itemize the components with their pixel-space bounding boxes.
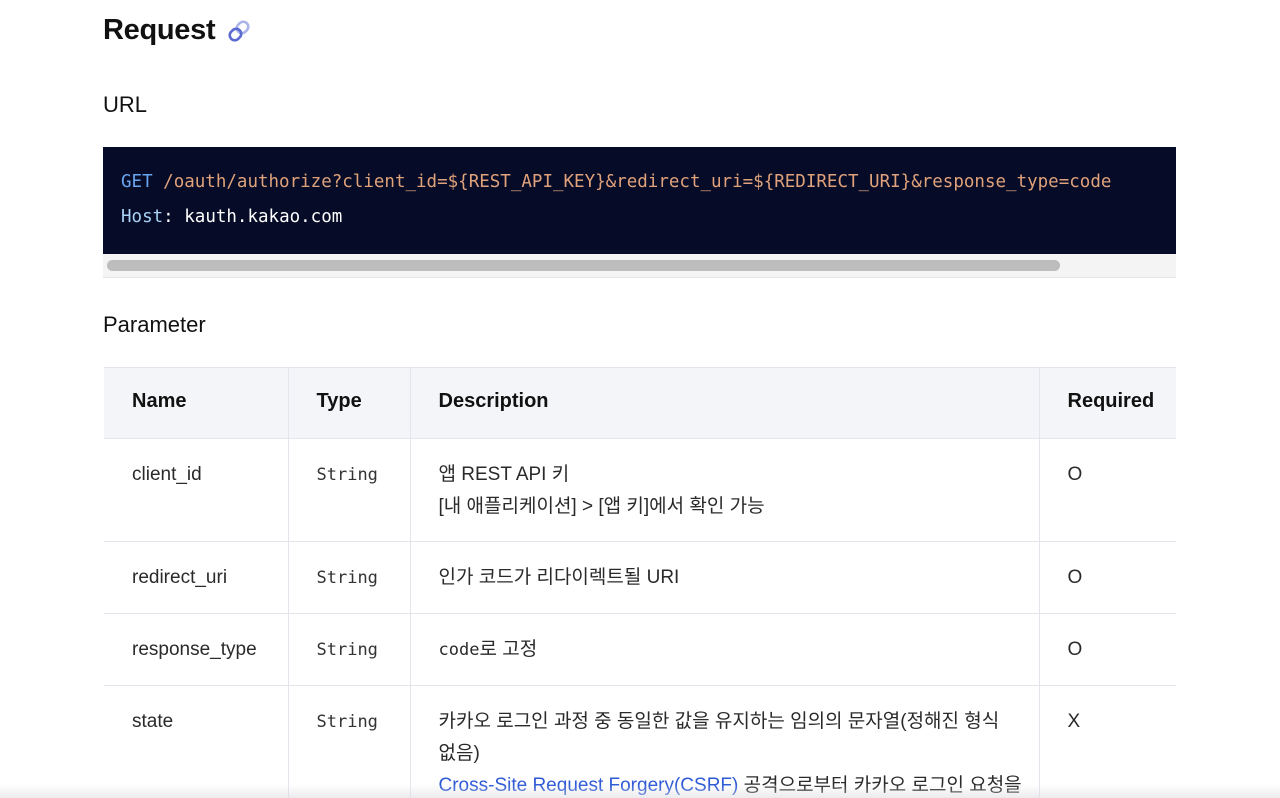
request-title-text: Request (103, 14, 216, 46)
param-description: 인가 코드가 리다이렉트될 URI (409, 541, 1040, 614)
code-block: GET /oauth/authorize?client_id=${REST_AP… (103, 147, 1176, 254)
description-line: 카카오 로그인 과정 중 동일한 값을 유지하는 임의의 문자열(정해진 형식 (438, 711, 1000, 732)
param-description: code로 고정 (409, 613, 1040, 686)
column-header-required: Required (1038, 367, 1176, 439)
url-section-title: URL (103, 92, 148, 117)
http-method: GET (121, 172, 153, 192)
param-required: O (1038, 438, 1176, 542)
param-description: 앱 REST API 키 [내 애플리케이션] > [앱 키]에서 확인 가능 (409, 438, 1040, 542)
parameter-section-title: Parameter (103, 312, 206, 337)
request-heading: Request (103, 14, 253, 47)
column-header-description: Description (409, 367, 1040, 439)
table-row: response_type String code로 고정 O (104, 613, 1176, 686)
link-icon[interactable] (225, 17, 253, 45)
param-name: state (104, 685, 289, 798)
description-line: [내 애플리케이션] > [앱 키]에서 확인 가능 (438, 496, 765, 517)
horizontal-scrollbar[interactable] (103, 257, 1176, 273)
description-text: 로 고정 (479, 639, 538, 660)
description-line: 인가 코드가 리다이렉트될 URI (438, 567, 680, 588)
param-description: 카카오 로그인 과정 중 동일한 값을 유지하는 임의의 문자열(정해진 형식 … (409, 685, 1040, 798)
code-block-container: GET /oauth/authorize?client_id=${REST_AP… (103, 147, 1176, 278)
page: Request URL GET /oauth/authorize?client_… (0, 0, 1280, 798)
table-row: redirect_uri String 인가 코드가 리다이렉트될 URI O (104, 541, 1176, 614)
param-type: String (287, 613, 411, 686)
inline-code: code (438, 640, 480, 660)
param-type: String (287, 541, 411, 614)
param-type: String (287, 438, 411, 542)
request-path: /oauth/authorize?client_id=${REST_API_KE… (163, 172, 1112, 192)
parameter-table: Name Type Description Required client_id… (104, 367, 1176, 798)
table-row: client_id String 앱 REST API 키 [내 애플리케이션]… (104, 438, 1176, 542)
param-type: String (287, 685, 411, 798)
param-name: redirect_uri (104, 541, 289, 614)
host-separator: : (163, 207, 174, 227)
code-line-host: Host: kauth.kakao.com (121, 200, 1176, 235)
host-key: Host (121, 207, 164, 227)
param-required: O (1038, 613, 1176, 686)
host-value: kauth.kakao.com (184, 207, 343, 227)
param-name: client_id (104, 438, 289, 542)
param-required: X (1038, 685, 1176, 798)
bottom-edge-shadow (0, 784, 1280, 798)
param-required: O (1038, 541, 1176, 614)
column-header-type: Type (287, 367, 411, 439)
column-header-name: Name (104, 367, 289, 439)
table-header-row: Name Type Description Required (104, 367, 1176, 439)
description-line: 없음) (438, 743, 480, 764)
table-row: state String 카카오 로그인 과정 중 동일한 값을 유지하는 임의… (104, 685, 1176, 798)
code-line-request: GET /oauth/authorize?client_id=${REST_AP… (121, 165, 1176, 200)
scrollbar-thumb[interactable] (107, 260, 1060, 271)
param-name: response_type (104, 613, 289, 686)
description-line: 앱 REST API 키 (438, 464, 570, 485)
